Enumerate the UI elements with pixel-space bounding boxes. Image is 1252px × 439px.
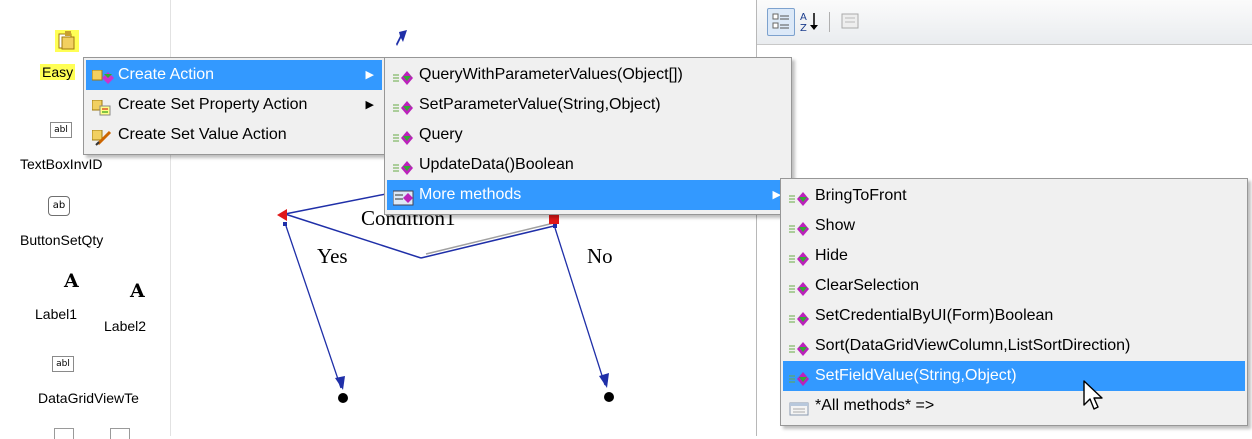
method-icon [393,157,413,175]
method-icon [789,338,809,356]
alphabetical-sort-button[interactable]: A Z [797,8,823,34]
menu-item-all-methods[interactable]: *All methods* => [783,391,1245,421]
menu-item-query[interactable]: Query [387,120,789,150]
button-icon: ab [48,196,70,216]
toolbox-item-datagridviewte[interactable]: DataGridViewTe [38,390,139,406]
toolbox-item-label1[interactable]: Label1 [35,306,77,322]
easy-component-icon[interactable] [55,28,79,54]
toolbox-item-label2[interactable]: Label2 [104,318,146,334]
methods-submenu: BringToFront Show Hide ClearSelection Se… [780,178,1248,426]
all-methods-icon [789,398,809,416]
toolbar-separator [829,12,830,32]
method-icon [789,188,809,206]
start-arrow-icon [396,30,407,46]
yes-branch-label: Yes [317,244,348,268]
label-icon: A [64,270,79,292]
method-icon [393,67,413,85]
toolbox-item-buttonsetqty[interactable]: ButtonSetQty [20,232,103,248]
categorized-view-button[interactable] [767,8,795,36]
sort-az-icon: A Z [800,12,818,34]
menu-item-bringtofront[interactable]: BringToFront [783,181,1245,211]
submenu-arrow-icon: ▶ [365,99,374,111]
mouse-cursor-icon [1083,380,1103,410]
method-icon [393,97,413,115]
method-icon [789,308,809,326]
label-icon: A [130,280,145,302]
menu-item-querywithparametervalues[interactable]: QueryWithParameterValues(Object[]) [387,60,789,90]
submenu-arrow-icon: ▶ [365,69,374,81]
toolbox-item-textboxinvid[interactable]: TextBoxInvID [20,156,102,172]
method-icon [789,218,809,236]
menu-item-show[interactable]: Show [783,211,1245,241]
toolbox-item-easy[interactable]: Easy [40,64,76,80]
context-menu: Create Action ▶ Create Set Property Acti… [83,57,385,155]
method-icon [789,368,809,386]
more-methods-icon [392,187,414,206]
menu-item-updatedata[interactable]: UpdateData()Boolean [387,150,789,180]
action-submenu: QueryWithParameterValues(Object[]) SetPa… [384,57,792,215]
menu-item-create-set-value-action[interactable]: Create Set Value Action [86,120,382,150]
no-branch-label: No [587,244,613,268]
menu-item-hide[interactable]: Hide [783,241,1245,271]
method-icon [789,278,809,296]
toolbox-partial-icon [110,428,130,439]
menu-item-setcredentialbyui[interactable]: SetCredentialByUI(Form)Boolean [783,301,1245,331]
property-pages-icon [841,13,859,29]
svg-text:A: A [800,12,807,23]
set-property-icon [91,97,112,116]
menu-item-create-set-property-action[interactable]: Create Set Property Action ▶ [86,90,382,120]
svg-text:Z: Z [800,23,807,34]
method-icon [789,248,809,266]
textbox-icon: abl [52,356,74,372]
menu-item-setfieldvalue[interactable]: SetFieldValue(String,Object) [783,361,1245,391]
menu-item-sort[interactable]: Sort(DataGridViewColumn,ListSortDirectio… [783,331,1245,361]
property-pages-button[interactable] [837,8,863,34]
set-value-icon [91,127,112,146]
property-toolbar: A Z [757,0,1252,45]
categorized-icon [772,13,789,29]
menu-item-create-action[interactable]: Create Action ▶ [86,60,382,90]
action-icon [91,67,114,84]
toolbox-partial-icon [54,428,74,439]
menu-item-setparametervalue[interactable]: SetParameterValue(String,Object) [387,90,789,120]
method-icon [393,127,413,145]
menu-item-more-methods[interactable]: More methods ▶ [387,180,789,210]
menu-item-clearselection[interactable]: ClearSelection [783,271,1245,301]
textbox-icon: abl [50,122,72,138]
